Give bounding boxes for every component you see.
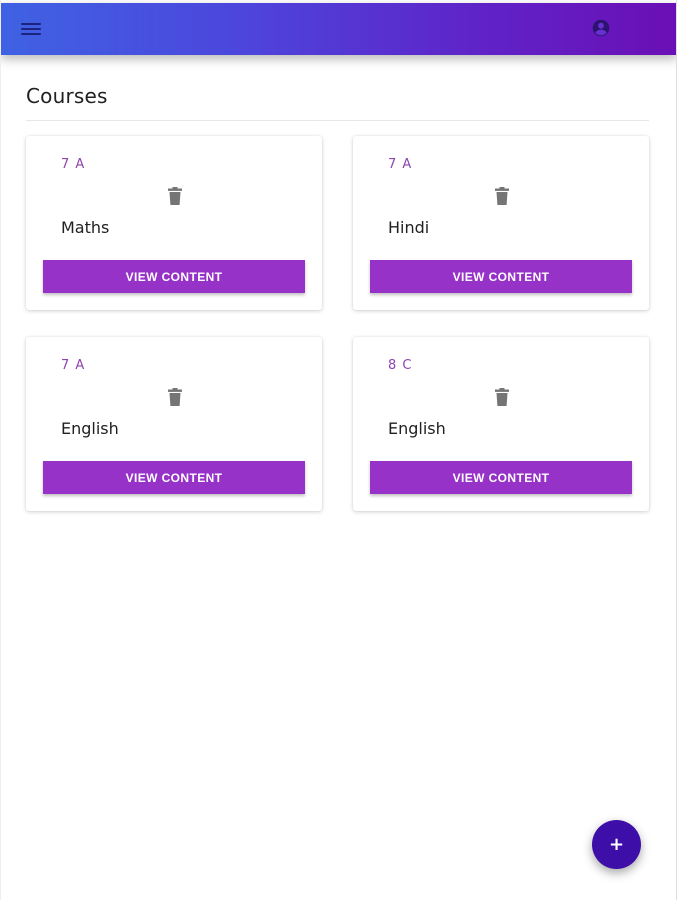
course-card: 7 A Maths VIEW CONTENT [26,136,322,310]
view-content-button[interactable]: VIEW CONTENT [370,260,632,293]
page-title: Courses [26,84,108,108]
view-content-button[interactable]: VIEW CONTENT [43,260,305,293]
view-content-button[interactable]: VIEW CONTENT [43,461,305,494]
title-divider [26,120,649,121]
course-subject: Hindi [388,218,430,237]
course-class-label: 7 A [61,157,86,172]
course-card: 7 A English VIEW CONTENT [26,337,322,511]
menu-line [21,28,41,30]
course-card: 7 A Hindi VIEW CONTENT [353,136,649,310]
course-class-label: 7 A [61,358,86,373]
trash-icon[interactable] [168,187,182,205]
hamburger-menu-icon[interactable] [19,18,43,40]
course-subject: English [388,419,446,438]
course-subject: English [61,419,119,438]
course-class-label: 7 A [388,157,413,172]
add-course-button[interactable]: + [592,820,641,869]
top-app-bar [1,3,676,55]
course-class-label: 8 C [388,358,413,373]
view-content-button[interactable]: VIEW CONTENT [370,461,632,494]
menu-line [21,23,41,25]
menu-line [21,33,41,35]
app-root: Courses 7 A Maths VIEW CONTENT 7 A Hindi… [0,0,677,900]
course-subject: Maths [61,218,110,237]
account-circle-icon[interactable] [590,17,612,39]
trash-icon[interactable] [495,388,509,406]
trash-icon[interactable] [168,388,182,406]
course-card: 8 C English VIEW CONTENT [353,337,649,511]
trash-icon[interactable] [495,187,509,205]
